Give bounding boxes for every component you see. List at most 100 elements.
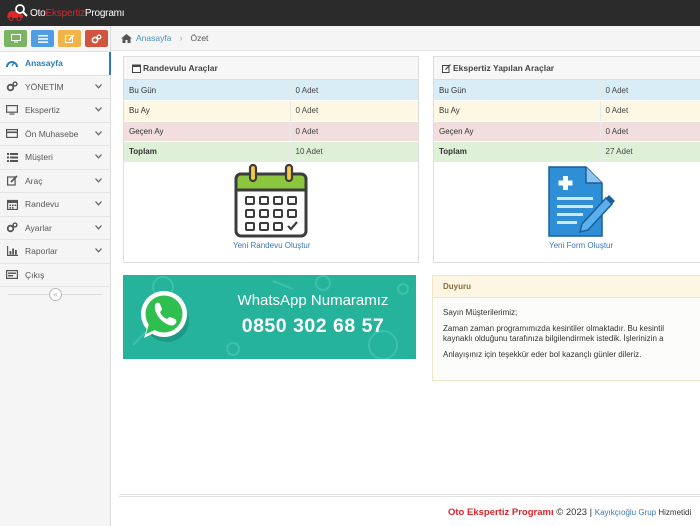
row-label: Geçen Ay <box>124 121 291 142</box>
calendar-icon <box>6 198 18 210</box>
announcement-box: Duyuru Sayın Müşterilerimiz; Zaman zaman… <box>432 275 700 381</box>
cogs-icon <box>91 34 102 43</box>
sidebar-item-label: Müşteri <box>25 152 53 163</box>
table-row: Geçen Ay 0 Adet <box>434 121 700 142</box>
sidebar-item-musteri[interactable]: Müşteri <box>0 146 110 170</box>
chevron-down-icon <box>95 177 102 183</box>
calendar-icon <box>132 64 141 73</box>
cogs-icon <box>6 222 18 234</box>
row-value: 0 Adet <box>290 80 418 101</box>
breadcrumb-current: Özet <box>190 33 209 43</box>
announcement-line: kaynaklı olduğunu tarafınıza bilgilendir… <box>443 334 664 343</box>
ekspertiz-stats-table: Bu Gün 0 Adet Bu Ay 0 Adet Geçen Ay 0 Adet … <box>434 80 700 163</box>
logout-icon <box>6 269 18 281</box>
sidebar-item-ayarlar[interactable]: Ayarlar <box>0 217 110 240</box>
randevu-stats-table: Bu Gün 0 Adet Bu Ay 0 Adet Geçen Ay 0 Adet … <box>124 80 418 163</box>
whatsapp-title: WhatsApp Numaramız <box>237 292 389 309</box>
shortcut-desktop-button[interactable] <box>4 30 27 47</box>
sidebar-item-label: Araç <box>25 175 43 186</box>
edit-icon <box>64 34 74 43</box>
whatsapp-phone: 0850 302 68 57 <box>241 315 385 337</box>
chevron-down-icon <box>95 83 102 89</box>
row-value: 27 Adet <box>600 141 700 163</box>
sidebar-item-ekspertiz[interactable]: Ekspertiz <box>0 99 110 123</box>
footer-text: Oto Ekspertiz Programı © 2023 | Kayıkçıo… <box>448 507 691 518</box>
table-row: Geçen Ay 0 Adet <box>124 121 418 142</box>
table-row: Bu Gün 0 Adet <box>124 80 418 101</box>
sidebar-collapse-row: « <box>0 287 110 303</box>
table-row: Bu Ay 0 Adet <box>434 100 700 122</box>
footer-brand: Oto Ekspertiz Programı <box>448 507 554 518</box>
randevu-widget-title: Randevulu Araçlar <box>143 63 218 73</box>
sidebar-item-randevu[interactable]: Randevu <box>0 193 110 217</box>
top-navbar: OtoEkspertizProgramı <box>0 0 700 26</box>
breadcrumb: Anasayfa › Özet <box>111 26 700 51</box>
row-label: Geçen Ay <box>434 121 601 142</box>
table-row: Toplam 27 Adet <box>434 141 700 163</box>
bar-chart-icon <box>6 245 18 257</box>
sidebar: Anasayfa YÖNETİM Ekspertiz Ön Muhasebe M… <box>0 26 111 526</box>
desktop-icon <box>6 104 18 116</box>
chevron-down-icon <box>95 154 102 159</box>
footer-copyright: © 2023 | <box>553 507 595 518</box>
row-value: 10 Adet <box>290 141 418 163</box>
table-row: Bu Gün 0 Adet <box>434 80 700 101</box>
sidebar-item-label: Anasayfa <box>25 58 63 69</box>
whatsapp-banner[interactable]: WhatsApp Numaramız 0850 302 68 57 <box>123 275 416 359</box>
new-appointment-link[interactable]: Yeni Randevu Oluştur <box>233 241 311 250</box>
shortcut-edit-button[interactable] <box>58 30 81 47</box>
brand-logo[interactable]: OtoEkspertizProgramı <box>6 3 125 23</box>
sidebar-item-raporlar[interactable]: Raporlar <box>0 240 110 264</box>
home-icon <box>121 33 132 43</box>
ekspertiz-widget: Ekspertiz Yapılan Araçlar Bu Gün 0 Adet B… <box>433 56 700 263</box>
footer-rest: Hizmetidi <box>656 508 692 517</box>
sidebar-item-label: YÖNETİM <box>25 81 64 92</box>
row-value: 0 Adet <box>290 121 418 142</box>
footer-company-link[interactable]: Kayıkçıoğlu Grup <box>595 508 656 517</box>
whatsapp-icon <box>141 291 189 342</box>
sidebar-item-label: Çıkış <box>25 269 45 280</box>
row-label: Toplam <box>124 141 291 163</box>
footer: Oto Ekspertiz Programı © 2023 | Kayıkçıo… <box>119 494 700 526</box>
calendar-illustration-icon[interactable] <box>233 163 309 239</box>
row-value: 0 Adet <box>290 100 418 122</box>
shortcut-cogs-button[interactable] <box>85 30 108 47</box>
desktop-icon <box>10 34 21 43</box>
row-label: Bu Gün <box>124 80 291 101</box>
chevron-down-icon <box>95 107 102 112</box>
car-search-icon <box>7 4 28 21</box>
dashboard-icon <box>6 57 18 69</box>
breadcrumb-home-link[interactable]: Anasayfa <box>136 33 171 43</box>
row-value: 0 Adet <box>600 100 700 122</box>
list-icon <box>6 151 18 163</box>
row-label: Bu Ay <box>434 100 601 122</box>
sidebar-collapse-button[interactable]: « <box>49 288 62 301</box>
row-value: 0 Adet <box>600 80 700 101</box>
sidebar-item-yonetim[interactable]: YÖNETİM <box>0 76 110 99</box>
shortcut-list-button[interactable] <box>31 30 54 47</box>
cogs-icon <box>6 81 18 93</box>
table-row: Bu Ay 0 Adet <box>124 100 418 122</box>
medical-form-illustration-icon[interactable] <box>544 164 616 240</box>
sidebar-item-label: Randevu <box>25 199 60 210</box>
row-label: Bu Ay <box>124 100 291 122</box>
sidebar-item-label: Ekspertiz <box>25 105 60 116</box>
announcement-title: Duyuru <box>433 276 700 298</box>
sidebar-shortcuts <box>0 26 110 52</box>
sidebar-item-arac[interactable]: Araç <box>0 170 110 193</box>
chevron-down-icon <box>95 130 102 136</box>
announcement-line: Zaman zaman programımızda kesintiler olm… <box>443 323 664 333</box>
sidebar-item-on-muhasebe[interactable]: Ön Muhasebe <box>0 123 110 146</box>
brand-title: OtoEkspertizProgramı <box>30 7 125 19</box>
row-label: Bu Gün <box>434 80 601 101</box>
sidebar-item-anasayfa[interactable]: Anasayfa <box>0 52 111 76</box>
new-form-link[interactable]: Yeni Form Oluştur <box>549 241 613 250</box>
list-icon <box>37 34 48 43</box>
breadcrumb-separator: › <box>179 33 183 43</box>
randevu-widget: Randevulu Araçlar Bu Gün 0 Adet Bu Ay 0 Ad… <box>123 56 419 263</box>
sidebar-item-cikis[interactable]: Çıkış <box>0 264 110 287</box>
credit-card-icon <box>6 128 18 140</box>
chevron-down-icon <box>95 201 102 206</box>
announcement-line: Anlayışınız için teşekkür eder bol kazan… <box>443 349 642 359</box>
ekspertiz-widget-header: Ekspertiz Yapılan Araçlar <box>434 57 700 80</box>
